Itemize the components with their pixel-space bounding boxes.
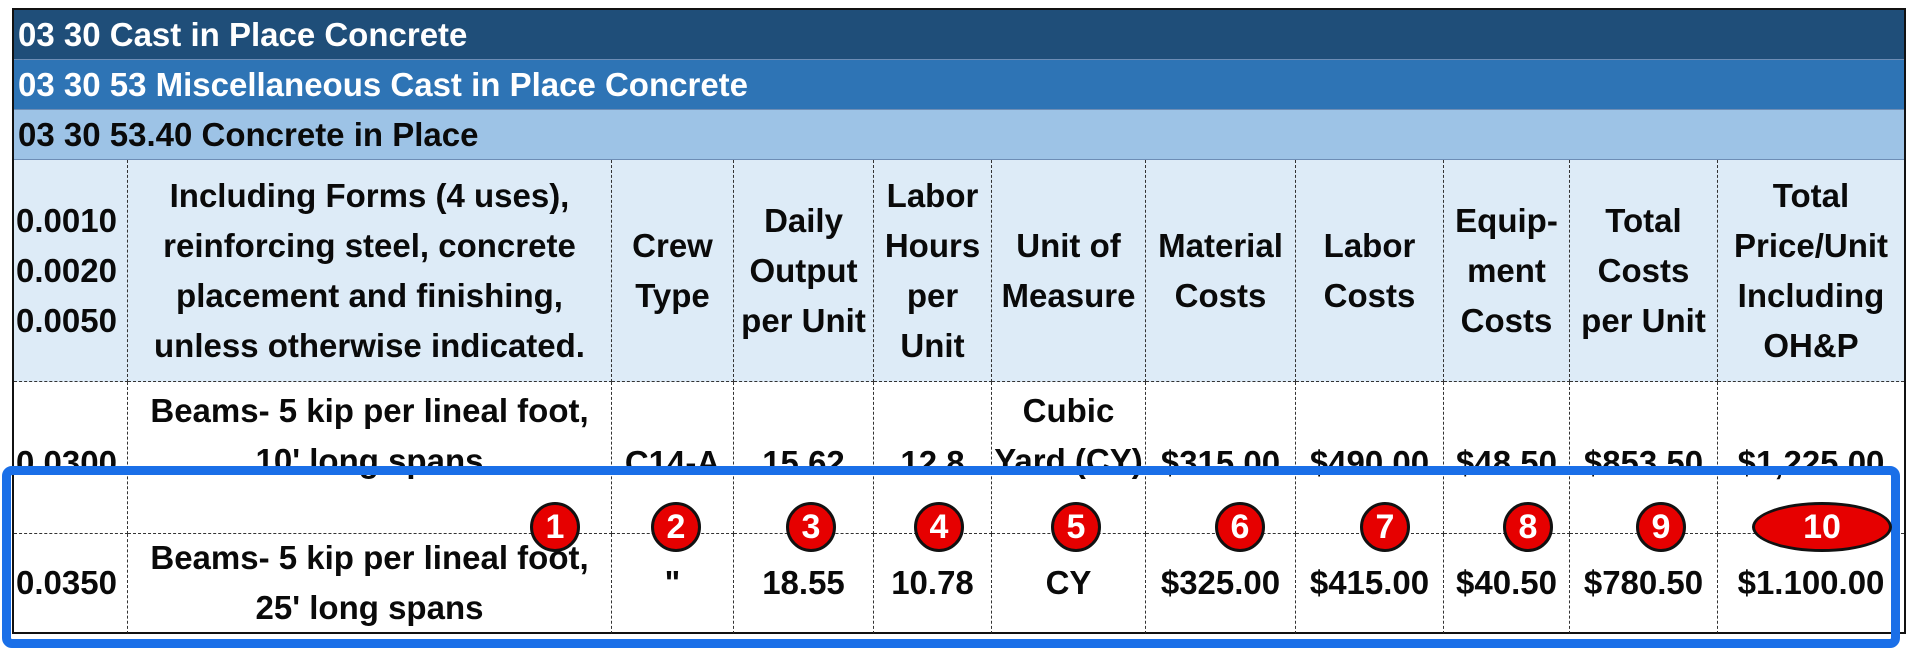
table-row: 0.0350 Beams- 5 kip per lineal foot, 25'… xyxy=(14,534,1904,634)
row-material: $325.00 xyxy=(1146,534,1296,634)
header-unit: Unit of Measure xyxy=(992,160,1146,382)
header-labor: Labor Costs xyxy=(1296,160,1444,382)
row-total: $780.50 xyxy=(1570,534,1718,634)
header-daily-output: Daily Output per Unit xyxy=(734,160,874,382)
header-material: Material Costs xyxy=(1146,160,1296,382)
column-marker: 10 xyxy=(1752,502,1892,552)
header-equipment: Equip- ment Costs xyxy=(1444,160,1570,382)
column-marker: 2 xyxy=(651,502,701,552)
header-total-op: Total Price/Unit Including OH&P xyxy=(1718,160,1904,382)
header-description: Including Forms (4 uses), reinforcing st… xyxy=(128,160,612,382)
column-marker: 3 xyxy=(786,502,836,552)
header-crew-type: Crew Type xyxy=(612,160,734,382)
division-band: 03 30 Cast in Place Concrete xyxy=(14,10,1904,60)
column-marker: 7 xyxy=(1360,502,1410,552)
column-marker: 4 xyxy=(914,502,964,552)
row-description: Beams- 5 kip per lineal foot, 25' long s… xyxy=(128,534,612,634)
subsection-band: 03 30 53 Miscellaneous Cast in Place Con… xyxy=(14,60,1904,110)
row-code: 0.0300 xyxy=(14,382,128,534)
column-marker: 1 xyxy=(530,502,580,552)
header-labor-hours: Labor Hours per Unit xyxy=(874,160,992,382)
item-band: 03 30 53.40 Concrete in Place xyxy=(14,110,1904,160)
column-marker: 9 xyxy=(1636,502,1686,552)
header-code: 0.0010 xyxy=(16,201,117,239)
column-marker: 6 xyxy=(1215,502,1265,552)
row-equipment: $40.50 xyxy=(1444,534,1570,634)
row-code: 0.0350 xyxy=(14,534,128,634)
header-code: 0.0020 xyxy=(16,251,117,289)
header-row: 0.0010 0.0020 0.0050 Including Forms (4 … xyxy=(14,160,1904,382)
header-code: 0.0050 xyxy=(16,301,117,339)
row-labor: $415.00 xyxy=(1296,534,1444,634)
header-total: Total Costs per Unit xyxy=(1570,160,1718,382)
column-marker: 8 xyxy=(1503,502,1553,552)
header-codes: 0.0010 0.0020 0.0050 xyxy=(14,160,128,382)
column-marker: 5 xyxy=(1051,502,1101,552)
